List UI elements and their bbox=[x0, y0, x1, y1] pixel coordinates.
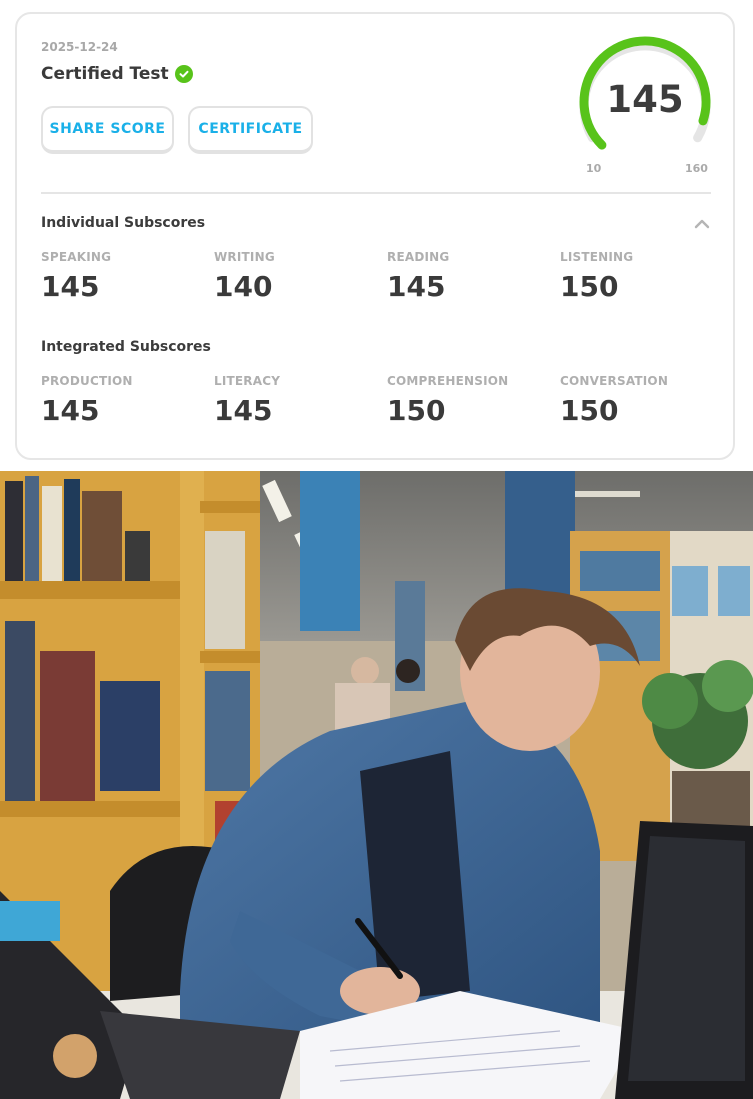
subscore-comprehension: COMPREHENSION 150 bbox=[387, 374, 557, 427]
chevron-up-icon[interactable] bbox=[694, 217, 710, 231]
subscore-label: CONVERSATION bbox=[560, 374, 669, 388]
score-gauge: 145 10 160 bbox=[579, 36, 715, 175]
subscore-value: 150 bbox=[387, 394, 446, 427]
subscore-value: 145 bbox=[387, 270, 446, 303]
gauge-max-label: 160 bbox=[685, 162, 708, 175]
test-title-row: Certified Test bbox=[41, 64, 193, 84]
check-circle-icon bbox=[174, 65, 193, 83]
library-illustration bbox=[0, 471, 753, 1099]
subscore-conversation: CONVERSATION 150 bbox=[560, 374, 730, 427]
subscore-value: 150 bbox=[560, 394, 619, 427]
subscore-label: COMPREHENSION bbox=[387, 374, 509, 388]
divider bbox=[41, 192, 711, 194]
integrated-subscores-title: Integrated Subscores bbox=[41, 339, 211, 355]
subscore-label: LITERACY bbox=[214, 374, 281, 388]
gauge-min-label: 10 bbox=[586, 162, 602, 175]
individual-subscores-title: Individual Subscores bbox=[41, 215, 206, 231]
subscore-writing: WRITING 140 bbox=[214, 250, 384, 303]
subscore-value: 140 bbox=[214, 270, 273, 303]
subscore-label: PRODUCTION bbox=[41, 374, 133, 388]
subscore-value: 150 bbox=[560, 270, 619, 303]
subscore-speaking: SPEAKING 145 bbox=[41, 250, 211, 303]
subscore-label: READING bbox=[387, 250, 450, 264]
subscore-production: PRODUCTION 145 bbox=[41, 374, 211, 427]
certificate-button[interactable]: CERTIFICATE bbox=[188, 106, 313, 154]
score-card: 2025-12-24 Certified Test SHARE SCORE CE… bbox=[15, 12, 735, 460]
test-title: Certified Test bbox=[41, 64, 169, 84]
subscore-value: 145 bbox=[41, 270, 100, 303]
subscore-label: LISTENING bbox=[560, 250, 634, 264]
subscore-value: 145 bbox=[214, 394, 273, 427]
subscore-label: SPEAKING bbox=[41, 250, 112, 264]
subscore-reading: READING 145 bbox=[387, 250, 557, 303]
subscore-value: 145 bbox=[41, 394, 100, 427]
overall-score: 145 bbox=[606, 78, 684, 121]
share-score-button[interactable]: SHARE SCORE bbox=[41, 106, 174, 154]
student-studying-photo bbox=[0, 471, 753, 1099]
subscore-literacy: LITERACY 145 bbox=[214, 374, 384, 427]
subscore-label: WRITING bbox=[214, 250, 275, 264]
test-date: 2025-12-24 bbox=[41, 40, 118, 54]
subscore-listening: LISTENING 150 bbox=[560, 250, 730, 303]
